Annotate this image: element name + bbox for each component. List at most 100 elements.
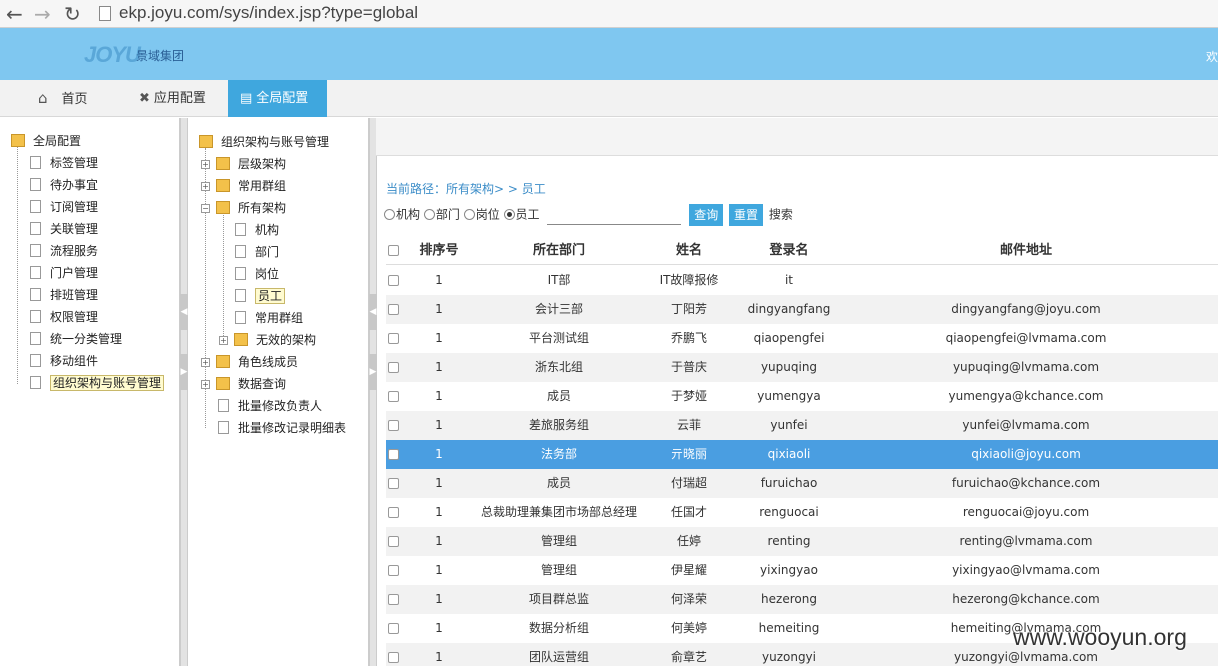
tree-item[interactable]: 移动组件: [30, 351, 98, 371]
tree-item[interactable]: 关联管理: [30, 219, 98, 239]
row-checkbox[interactable]: [386, 527, 400, 556]
query-button[interactable]: 查询: [689, 204, 724, 226]
expand-plus-icon[interactable]: +: [219, 336, 228, 345]
col-header-dept[interactable]: 所在部门: [474, 236, 644, 265]
welcome-text: 欢: [1205, 50, 1218, 64]
tree-node-invalid[interactable]: + 无效的架构: [219, 330, 316, 350]
row-checkbox[interactable]: [386, 266, 400, 295]
table-row[interactable]: 1 项目群总监 何泽荣 hezerong hezerong@kchance.com: [386, 585, 1218, 614]
table-row[interactable]: 1 成员 于梦娅 yumengya yumengya@kchance.com: [386, 382, 1218, 411]
tree-item[interactable]: 流程服务: [30, 241, 98, 261]
expand-plus-icon[interactable]: +: [201, 182, 210, 191]
row-checkbox[interactable]: [386, 469, 400, 498]
tree-item[interactable]: 权限管理: [30, 307, 98, 327]
tree-item[interactable]: 待办事宜: [30, 175, 98, 195]
table-row[interactable]: 1 管理组 伊星耀 yixingyao yixingyao@lvmama.com: [386, 556, 1218, 585]
menu-global-config[interactable]: ▤ 全局配置: [228, 80, 327, 117]
tree-leaf-dept[interactable]: 部门: [235, 242, 279, 262]
tree-item-label: 组织架构与账号管理: [50, 375, 165, 391]
table-row[interactable]: 1 会计三部 丁阳芳 dingyangfang dingyangfang@joyu.co…: [386, 295, 1218, 324]
reload-icon[interactable]: ↻: [64, 2, 81, 26]
expand-plus-icon[interactable]: +: [201, 358, 210, 367]
tree-node-label: 常用群组: [238, 179, 287, 193]
radio-employee[interactable]: [503, 208, 515, 220]
search-input[interactable]: [547, 205, 682, 225]
table-row[interactable]: 1 浙东北组 于普庆 yupuqing yupuqing@lvmama.com: [386, 353, 1218, 382]
tree-item-selected[interactable]: 组织架构与账号管理: [30, 373, 165, 393]
expand-plus-icon[interactable]: +: [201, 160, 210, 169]
row-checkbox[interactable]: [386, 556, 400, 585]
cell-email: qixiaoli@joyu.com: [971, 447, 1081, 461]
cell-dept: 数据分析组: [528, 621, 589, 635]
tree-leaf-batch-owner[interactable]: 批量修改负责人: [218, 396, 322, 416]
cell-login: it: [784, 273, 794, 287]
radio-dept[interactable]: [423, 208, 435, 220]
col-header-name[interactable]: 姓名: [649, 236, 729, 265]
table-row[interactable]: 1 法务部 亓晓丽 qixiaoli qixiaoli@joyu.com: [386, 440, 1218, 469]
tree-node-roles[interactable]: + 角色线成员: [201, 352, 298, 372]
back-arrow-icon[interactable]: ←: [6, 2, 23, 26]
table-row[interactable]: 1 平台测试组 乔鹏飞 qiaopengfei qiaopengfei@lvmama.c…: [386, 324, 1218, 353]
row-checkbox[interactable]: [386, 614, 400, 643]
tree-item-label: 门户管理: [50, 266, 99, 280]
splitter-left[interactable]: ◀ ▶: [180, 118, 188, 666]
forward-arrow-icon[interactable]: →: [34, 2, 51, 26]
row-checkbox[interactable]: [386, 382, 400, 411]
select-all-checkbox[interactable]: [386, 236, 400, 265]
row-checkbox[interactable]: [386, 324, 400, 353]
tree-root-global[interactable]: 全局配置: [11, 131, 81, 151]
tree-leaf-org[interactable]: 机构: [235, 220, 279, 240]
cell-name: 丁阳芳: [670, 302, 707, 316]
browser-toolbar: ← → ↻ ekp.joyu.com/sys/index.jsp?type=gl…: [0, 0, 1218, 28]
content-toolbar: [376, 118, 1218, 156]
collapse-minus-icon[interactable]: −: [201, 204, 210, 213]
tree-leaf-batch-log[interactable]: 批量修改记录明细表: [218, 418, 346, 438]
radio-label: 员工: [515, 207, 540, 222]
cell-order: 1: [435, 592, 443, 606]
tree-root-org[interactable]: 组织架构与账号管理: [199, 132, 329, 152]
tree-item[interactable]: 排班管理: [30, 285, 98, 305]
tree-node-all[interactable]: − 所有架构: [201, 198, 286, 218]
menu-app-config[interactable]: ✖ 应用配置: [139, 80, 206, 117]
reset-button[interactable]: 重置: [729, 204, 764, 226]
document-icon: [30, 288, 41, 301]
tree-leaf-groups[interactable]: 常用群组: [235, 308, 303, 328]
tree-leaf-employee-selected[interactable]: 员工: [235, 286, 286, 306]
tree-node-label: 批量修改记录明细表: [238, 421, 347, 435]
tree-node-hierarchy[interactable]: + 层级架构: [201, 154, 286, 174]
row-checkbox[interactable]: [386, 498, 400, 527]
table-row[interactable]: 1 管理组 任婷 renting renting@lvmama.com: [386, 527, 1218, 556]
tree-item[interactable]: 统一分类管理: [30, 329, 122, 349]
cell-login: yixingyao: [760, 563, 818, 577]
tree-item-label: 权限管理: [50, 310, 99, 324]
table-row[interactable]: 1 总裁助理兼集团市场部总经理 任国才 renguocai renguocai@joyu…: [386, 498, 1218, 527]
table-row[interactable]: 1 IT部 IT故障报修 it: [386, 266, 1218, 295]
radio-org[interactable]: [384, 208, 395, 220]
menu-home[interactable]: ⌂ 首页: [38, 80, 88, 117]
address-bar[interactable]: ekp.joyu.com/sys/index.jsp?type=global: [119, 3, 418, 23]
expand-plus-icon[interactable]: +: [201, 380, 210, 389]
row-checkbox[interactable]: [386, 353, 400, 382]
radio-post[interactable]: [463, 208, 475, 220]
tree-item[interactable]: 标签管理: [30, 153, 98, 173]
col-header-login[interactable]: 登录名: [729, 236, 849, 265]
expand-arrow-icon[interactable]: ▶: [180, 354, 188, 390]
col-header-email[interactable]: 邮件地址: [866, 236, 1186, 265]
col-header-order[interactable]: 排序号: [414, 236, 464, 265]
table-row[interactable]: 1 差旅服务组 云菲 yunfei yunfei@lvmama.com: [386, 411, 1218, 440]
cell-name: 乔鹏飞: [670, 331, 707, 345]
tree-item[interactable]: 门户管理: [30, 263, 98, 283]
tree-node-query[interactable]: + 数据查询: [201, 374, 286, 394]
cell-email: yunfei@lvmama.com: [962, 418, 1090, 432]
row-checkbox[interactable]: [386, 585, 400, 614]
document-icon: [30, 178, 41, 191]
tree-leaf-post[interactable]: 岗位: [235, 264, 279, 284]
row-checkbox[interactable]: [386, 411, 400, 440]
table-row[interactable]: 1 成员 付瑞超 furuichao furuichao@kchance.com: [386, 469, 1218, 498]
row-checkbox[interactable]: [386, 440, 400, 469]
row-checkbox[interactable]: [386, 295, 400, 324]
tree-item[interactable]: 订阅管理: [30, 197, 98, 217]
tree-node-groups[interactable]: + 常用群组: [201, 176, 286, 196]
row-checkbox[interactable]: [386, 643, 400, 666]
collapse-arrow-icon[interactable]: ◀: [180, 294, 188, 330]
